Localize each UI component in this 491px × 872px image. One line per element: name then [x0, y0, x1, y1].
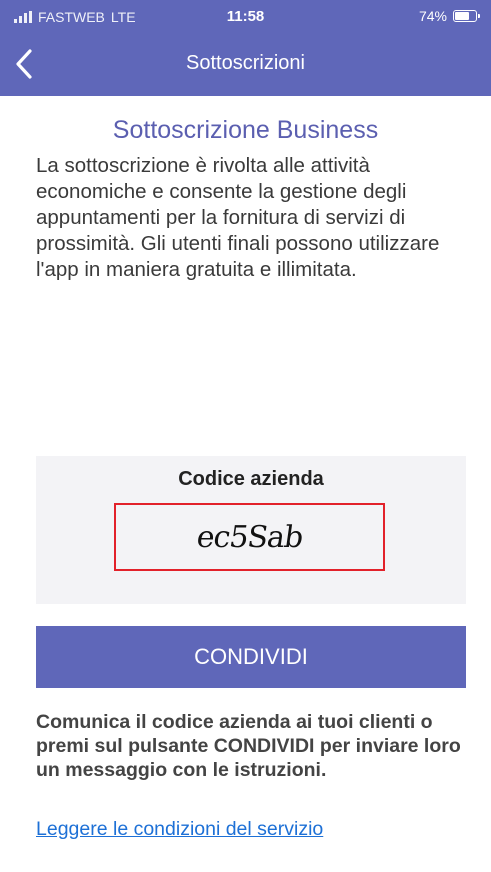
subscription-heading: Sottoscrizione Business — [112, 116, 379, 144]
company-code-panel: Codice azienda ec5Sab — [36, 456, 466, 604]
battery-info: 74% — [418, 8, 480, 24]
navigation-bar: Sottoscrizioni — [0, 34, 491, 96]
clock: 11:58 — [226, 8, 265, 25]
company-code-display: ec5Sab — [114, 503, 385, 571]
battery-icon — [453, 10, 480, 22]
company-code-value: ec5Sab — [194, 519, 305, 555]
share-button[interactable]: CONDIVIDI — [36, 626, 466, 688]
battery-level-fill — [455, 12, 470, 20]
share-instructions: Comunica il codice azienda ai tuoi clien… — [36, 711, 461, 781]
page-title: Sottoscrizioni — [186, 52, 305, 74]
subscription-description: La sottoscrizione è rivolta alle attivit… — [36, 154, 440, 281]
terms-link[interactable]: Leggere le condizioni del servizio — [36, 818, 323, 841]
app-header: FASTWEB LTE 11:58 74% Sottoscrizioni — [0, 0, 491, 96]
company-code-label: Codice azienda — [178, 468, 324, 490]
status-bar: FASTWEB LTE 11:58 74% — [0, 0, 491, 34]
battery-percent: 74% — [418, 8, 447, 24]
